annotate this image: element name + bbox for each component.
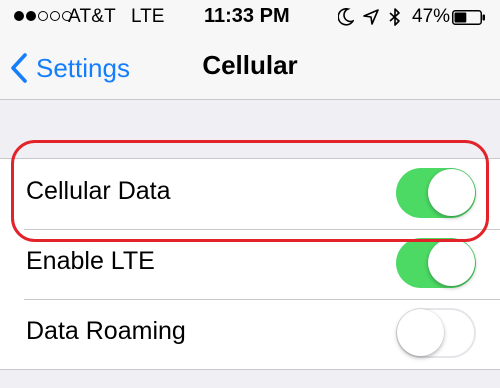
enable-lte-label: Enable LTE (26, 247, 155, 275)
location-arrow-icon (363, 9, 379, 25)
settings-table: Cellular Data Enable LTE Data Roaming (0, 158, 500, 370)
battery-icon (452, 10, 485, 25)
cellular-data-toggle[interactable] (396, 168, 476, 218)
bluetooth-icon (389, 8, 400, 26)
data-roaming-label: Data Roaming (26, 317, 186, 345)
toggle-knob (428, 169, 475, 216)
setting-row-cellular-data: Cellular Data (0, 159, 500, 229)
setting-row-enable-lte: Enable LTE (0, 229, 500, 299)
moon-icon (338, 8, 354, 26)
battery-percentage: 47% (412, 6, 451, 27)
toggle-knob (397, 309, 444, 356)
signal-strength-icon (14, 11, 72, 21)
cellular-data-label: Cellular Data (26, 177, 171, 205)
network-type: LTE (131, 6, 165, 27)
status-bar: AT&T LTE 11:33 PM 47% (0, 0, 500, 36)
signal-dot (14, 11, 24, 21)
data-roaming-toggle[interactable] (396, 308, 476, 358)
signal-dot (50, 11, 60, 21)
page-title: Cellular (202, 50, 298, 80)
toggle-knob (428, 239, 475, 286)
navigation-bar: Settings Cellular (0, 36, 500, 100)
carrier-name: AT&T (68, 6, 116, 27)
signal-dot (26, 11, 36, 21)
signal-dot (38, 11, 48, 21)
status-icons (338, 7, 402, 27)
status-time: 11:33 PM (204, 5, 290, 27)
setting-row-data-roaming: Data Roaming (0, 299, 500, 369)
enable-lte-toggle[interactable] (396, 238, 476, 288)
